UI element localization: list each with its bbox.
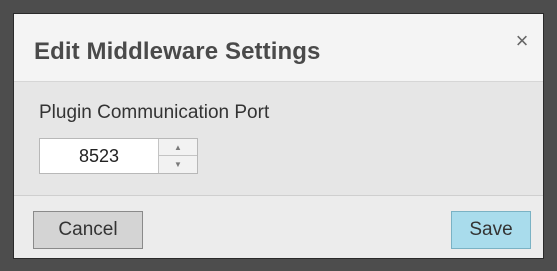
dialog-footer: Cancel Save	[14, 196, 543, 258]
stepper-buttons: ▲ ▼	[158, 139, 197, 173]
dialog-title: Edit Middleware Settings	[34, 38, 321, 65]
cancel-button[interactable]: Cancel	[33, 211, 143, 249]
edit-middleware-settings-dialog: Edit Middleware Settings × Plugin Commun…	[13, 13, 544, 259]
increment-arrow-icon[interactable]: ▲	[159, 139, 197, 156]
dialog-body: Plugin Communication Port ▲ ▼	[14, 82, 543, 196]
plugin-communication-port-label: Plugin Communication Port	[39, 102, 270, 123]
dialog-header: Edit Middleware Settings ×	[14, 14, 543, 82]
close-icon[interactable]: ×	[511, 30, 533, 52]
decrement-arrow-icon[interactable]: ▼	[159, 156, 197, 173]
port-stepper: ▲ ▼	[39, 138, 198, 174]
port-input[interactable]	[40, 139, 158, 173]
save-button[interactable]: Save	[451, 211, 531, 249]
